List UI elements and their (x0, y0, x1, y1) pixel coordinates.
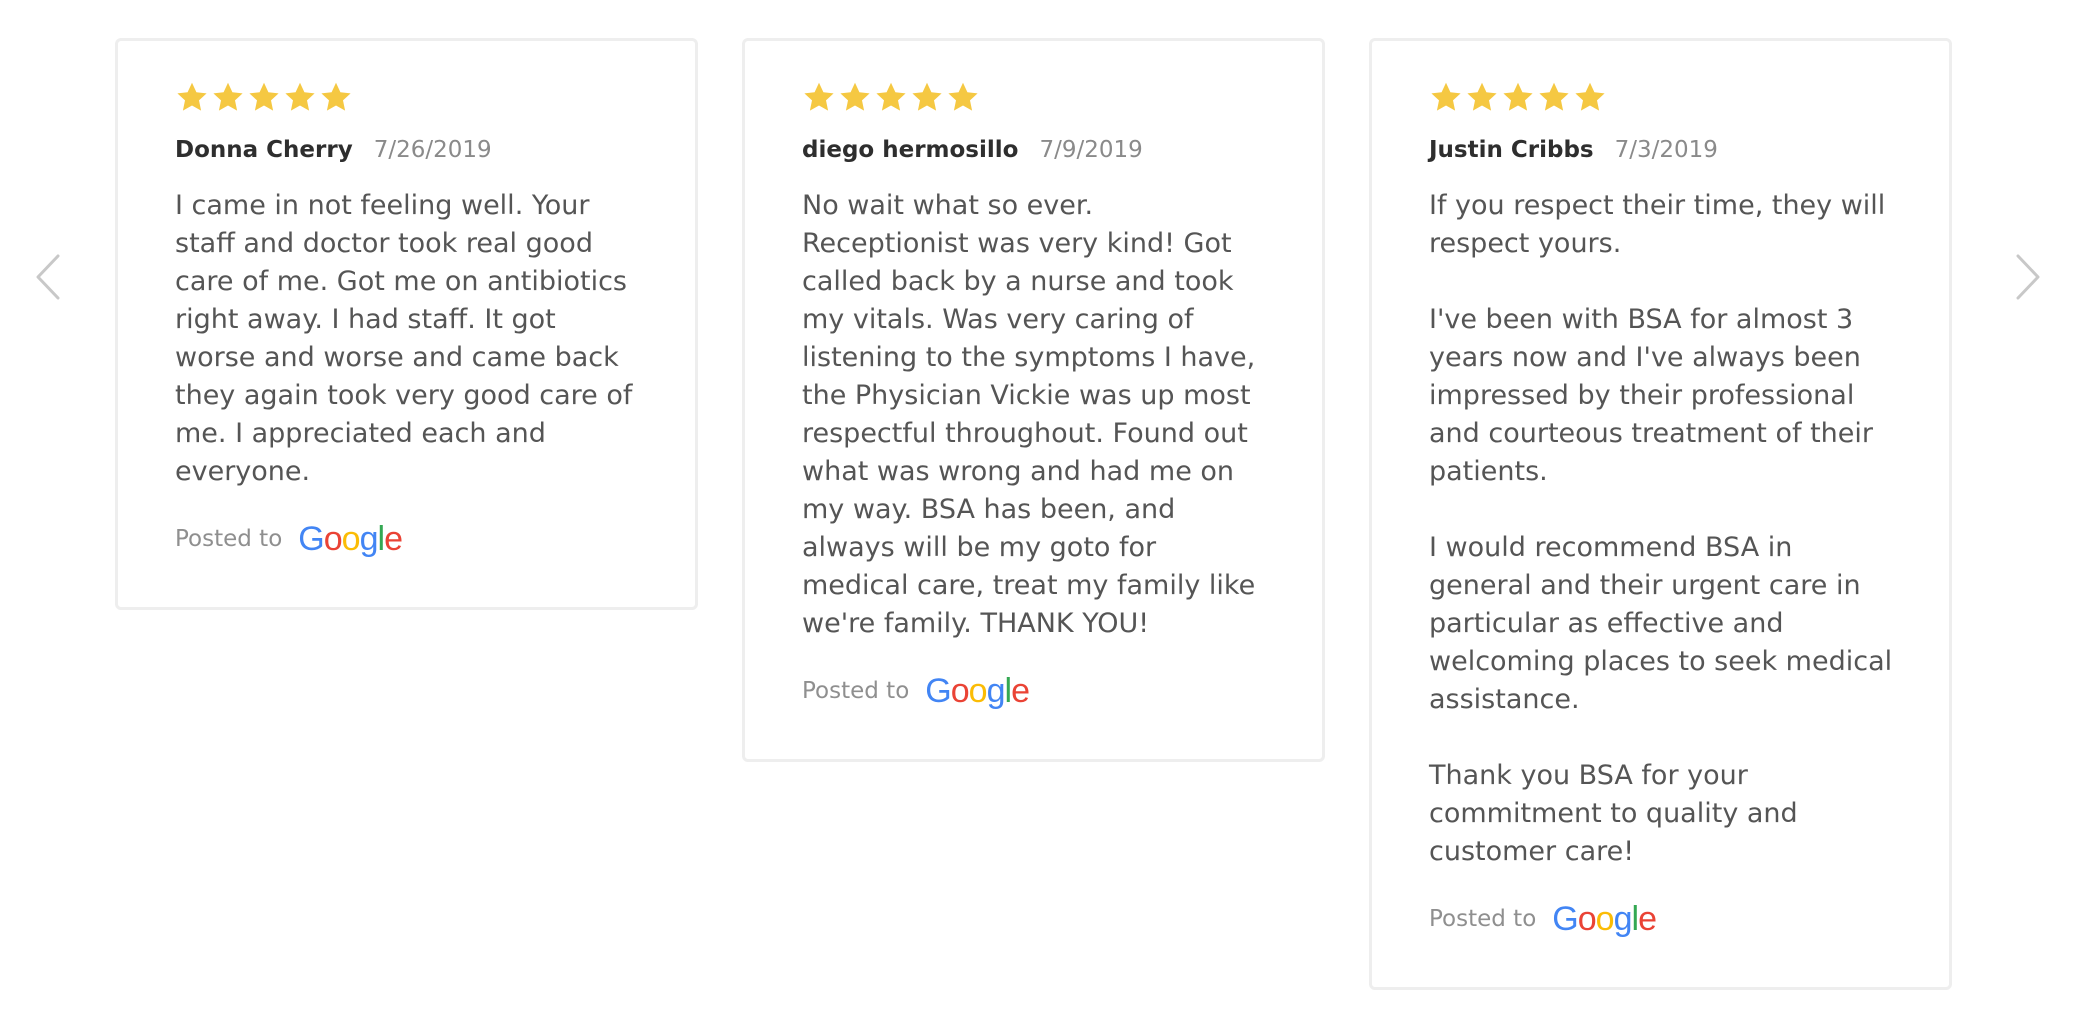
carousel-next-button[interactable] (2008, 245, 2048, 309)
posted-to-label: Posted to (1429, 906, 1537, 932)
review-card: Donna Cherry 7/26/2019 I came in not fee… (115, 38, 698, 610)
star-icon (211, 81, 245, 113)
reviewer-name: Donna Cherry (175, 137, 353, 163)
posted-to-label: Posted to (802, 678, 910, 704)
star-icon (874, 81, 908, 113)
star-icon (1429, 81, 1463, 113)
carousel-prev-button[interactable] (28, 245, 68, 309)
google-logo: Google (298, 520, 403, 558)
posted-to-row: Posted to Google (1429, 901, 1894, 937)
review-card: diego hermosillo 7/9/2019 No wait what s… (742, 38, 1325, 762)
review-date: 7/9/2019 (1039, 137, 1143, 163)
star-icon (175, 81, 209, 113)
reviewer-name: Justin Cribbs (1429, 137, 1594, 163)
star-icon (319, 81, 353, 113)
star-icon (802, 81, 836, 113)
review-date: 7/3/2019 (1614, 137, 1718, 163)
google-logo: Google (1552, 900, 1657, 938)
star-rating (1429, 79, 1894, 115)
reviewer-name: diego hermosillo (802, 137, 1019, 163)
chevron-left-icon (36, 254, 60, 300)
star-icon (910, 81, 944, 113)
review-meta: Donna Cherry 7/26/2019 (175, 135, 640, 165)
review-card: Justin Cribbs 7/3/2019 If you respect th… (1369, 38, 1952, 990)
review-text: If you respect their time, they will res… (1429, 190, 1893, 867)
star-icon (1501, 81, 1535, 113)
review-date: 7/26/2019 (373, 137, 492, 163)
review-meta: Justin Cribbs 7/3/2019 (1429, 135, 1894, 165)
review-text: No wait what so ever. Receptionist was v… (802, 190, 1256, 639)
chevron-right-icon (2016, 254, 2040, 300)
star-icon (838, 81, 872, 113)
star-icon (1465, 81, 1499, 113)
star-icon (1573, 81, 1607, 113)
review-meta: diego hermosillo 7/9/2019 (802, 135, 1267, 165)
star-icon (247, 81, 281, 113)
star-icon (946, 81, 980, 113)
star-icon (283, 81, 317, 113)
review-text: I came in not feeling well. Your staff a… (175, 190, 633, 487)
posted-to-row: Posted to Google (802, 673, 1267, 709)
google-logo: Google (925, 672, 1030, 710)
posted-to-label: Posted to (175, 526, 283, 552)
star-rating (175, 79, 640, 115)
star-icon (1537, 81, 1571, 113)
posted-to-row: Posted to Google (175, 521, 640, 557)
star-rating (802, 79, 1267, 115)
